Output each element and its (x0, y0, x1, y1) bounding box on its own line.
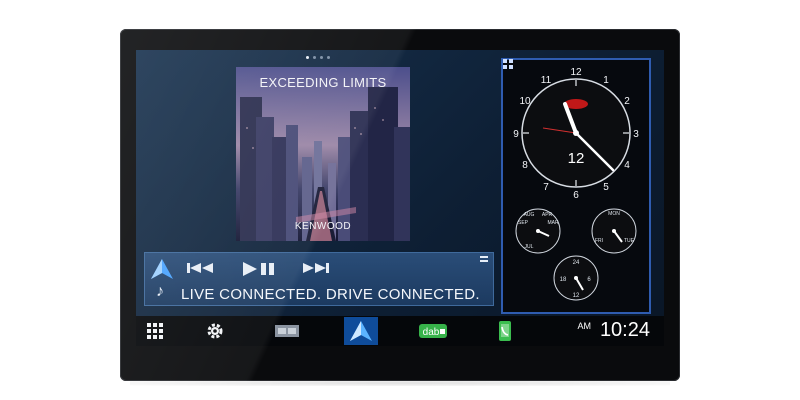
clock-widget[interactable]: 12 1 2 3 4 5 6 7 8 9 10 11 12 SEP AUG AP… (501, 58, 651, 314)
svg-text:AUG: AUG (524, 212, 535, 218)
analog-clock-face: 12 1 2 3 4 5 6 7 8 9 10 11 12 SEP AUG AP… (513, 67, 639, 301)
dab-radio-icon[interactable]: dab (418, 320, 448, 342)
dial-11: 11 (541, 75, 552, 86)
menu-icon[interactable] (480, 256, 488, 264)
dial-10: 10 (519, 96, 531, 107)
apps-grid-icon[interactable] (144, 320, 166, 342)
dial-3: 3 (633, 129, 639, 140)
bottom-dock: dab AM 10:24 (136, 316, 664, 346)
svg-text:dab: dab (423, 327, 440, 338)
settings-gear-icon[interactable] (204, 320, 226, 342)
page-dot-4[interactable] (327, 56, 330, 59)
ampm-indicator: AM (577, 321, 592, 331)
dial-8: 8 (522, 160, 528, 171)
now-playing-panel[interactable]: ♪ LIVE CONNECTED. DRIVE CONNECTED. (144, 252, 494, 306)
dial-1: 1 (603, 75, 609, 86)
svg-text:FRI: FRI (595, 238, 603, 244)
play-pause-icon[interactable] (243, 261, 279, 280)
svg-text:MON: MON (608, 211, 620, 217)
svg-text:TUE: TUE (624, 238, 635, 244)
next-track-icon[interactable] (301, 261, 329, 278)
music-note-icon: ♪ (156, 283, 164, 300)
dial-5: 5 (603, 182, 609, 193)
dial-2: 2 (624, 96, 630, 107)
svg-text:MAR: MAR (547, 220, 559, 226)
city-skyline-image (236, 67, 410, 241)
album-art[interactable]: EXCEEDING LIMITS KENWOOD (236, 67, 410, 241)
dial-9: 9 (513, 129, 519, 140)
svg-text:SEP: SEP (518, 220, 529, 226)
svg-text:12: 12 (573, 293, 580, 299)
now-playing-text: LIVE CONNECTED. DRIVE CONNECTED. (181, 286, 480, 303)
dial-12: 12 (570, 67, 582, 78)
previous-track-icon[interactable] (187, 261, 215, 278)
dial-4: 4 (624, 160, 630, 171)
page-dot-2[interactable] (313, 56, 316, 59)
svg-text:24: 24 (573, 260, 580, 266)
album-brand: KENWOOD (294, 221, 352, 232)
dial-center-12: 12 (568, 150, 585, 167)
device-shadow (130, 380, 670, 386)
page-dot-3[interactable] (320, 56, 323, 59)
page-indicator[interactable] (306, 56, 330, 59)
navigation-icon[interactable] (150, 258, 174, 280)
svg-text:JUL: JUL (525, 244, 534, 250)
head-unit-screen: EXCEEDING LIMITS KENWOOD ♪ LIVE CONNECTE… (136, 50, 664, 346)
clock-time[interactable]: 10:24 (600, 319, 650, 342)
dial-7: 7 (543, 182, 549, 193)
dial-6: 6 (573, 190, 579, 201)
android-auto-icon[interactable] (344, 317, 378, 345)
album-title: EXCEEDING LIMITS (259, 75, 387, 90)
page-dot-1[interactable] (306, 56, 309, 59)
media-source-icon[interactable] (274, 320, 300, 342)
svg-text:APR: APR (542, 212, 553, 218)
svg-text:18: 18 (560, 277, 567, 283)
phone-icon[interactable] (496, 320, 514, 342)
